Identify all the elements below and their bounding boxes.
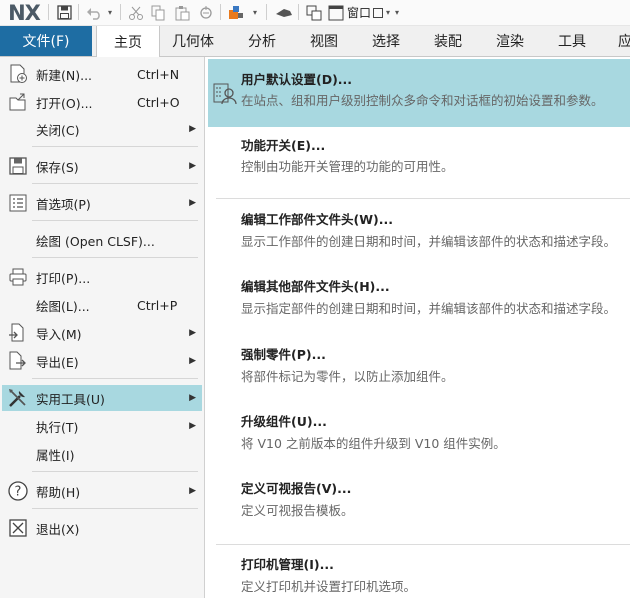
tab-select[interactable]: 选择	[372, 26, 400, 56]
menu-item-utilities[interactable]: 实用工具(U) ▶	[2, 385, 202, 411]
undo-icon[interactable]	[84, 0, 104, 25]
tab-application[interactable]: 应	[618, 26, 630, 56]
toolbar-separator	[78, 4, 79, 20]
tab-home[interactable]: 主页	[96, 26, 160, 57]
toolbar-separator	[298, 4, 299, 20]
menu-item-plot[interactable]: 绘图(L)... Ctrl+P	[2, 292, 202, 318]
import-icon	[6, 322, 30, 344]
open-icon	[6, 91, 30, 113]
tab-geometry[interactable]: 几何体	[172, 26, 214, 56]
submenu-item-user-defaults[interactable]: 用户默认设置(D)... 在站点、组和用户级别控制众多命令和对话框的初始设置和参…	[208, 59, 630, 127]
touch-mode-icon[interactable]	[274, 0, 294, 25]
command-finder-dropdown-icon[interactable]: ▾	[250, 0, 260, 25]
menu-item-export[interactable]: 导出(E) ▶	[2, 348, 202, 374]
submenu-item-upgrade-components[interactable]: 升级组件(U)... 将 V10 之前版本的组件升级到 V10 组件实例。	[208, 402, 630, 468]
toolbar-separator	[266, 4, 267, 20]
submenu-arrow-icon: ▶	[189, 421, 196, 431]
submenu-arrow-icon: ▶	[189, 198, 196, 208]
submenu-arrow-icon: ▶	[189, 486, 196, 496]
menu-item-import[interactable]: 导入(M) ▶	[2, 320, 202, 346]
tab-file[interactable]: 文件(F)	[0, 26, 92, 56]
menu-item-exit[interactable]: 退出(X)	[2, 515, 202, 541]
menu-separator	[32, 508, 198, 509]
menu-item-new[interactable]: 新建(N)... Ctrl+N	[2, 61, 202, 87]
submenu-separator	[216, 544, 630, 545]
exit-icon	[6, 517, 30, 539]
menu-item-save[interactable]: 保存(S) ▶	[2, 153, 202, 179]
tab-analysis[interactable]: 分析	[248, 26, 276, 56]
window-switch-icon[interactable]	[304, 0, 324, 25]
submenu-item-edit-other-part-header[interactable]: 编辑其他部件文件头(H)... 显示指定部件的创建日期和时间，并编辑该部件的状态…	[208, 268, 630, 334]
menu-item-close[interactable]: 关闭(C) ▶	[2, 116, 202, 142]
submenu-arrow-icon: ▶	[189, 356, 196, 366]
submenu-arrow-icon: ▶	[189, 393, 196, 403]
submenu-arrow-icon: ▶	[189, 124, 196, 134]
submenu-arrow-icon: ▶	[189, 328, 196, 338]
tab-assembly[interactable]: 装配	[434, 26, 462, 56]
save-icon[interactable]	[54, 0, 74, 25]
toolbar-separator	[48, 4, 49, 20]
repeat-command-icon[interactable]	[196, 0, 216, 25]
user-defaults-icon	[212, 81, 238, 107]
export-icon	[6, 350, 30, 372]
menu-separator	[32, 146, 198, 147]
menu-separator	[32, 220, 198, 221]
menu-separator	[32, 378, 198, 379]
copy-icon[interactable]	[148, 0, 168, 25]
new-icon	[6, 63, 30, 85]
customize-toolbar-icon[interactable]: ▾	[392, 0, 402, 25]
print-icon	[6, 266, 30, 288]
submenu-item-force-piece-part[interactable]: 强制零件(P)... 将部件标记为零件，以防止添加组件。	[208, 335, 630, 401]
preferences-icon	[6, 192, 30, 214]
submenu-item-define-visual-report[interactable]: 定义可视报告(V)... 定义可视报告模板。	[208, 469, 630, 535]
undo-dropdown-icon[interactable]: ▾	[105, 0, 115, 25]
tab-tools[interactable]: 工具	[558, 26, 586, 56]
menu-separator	[32, 257, 198, 258]
menu-item-plot-open-clsf[interactable]: 绘图 (Open CLSF)...	[2, 227, 202, 253]
cut-icon[interactable]	[126, 0, 146, 25]
menu-item-execute[interactable]: 执行(T) ▶	[2, 413, 202, 439]
menu-item-help[interactable]: ? 帮助(H) ▶	[2, 478, 202, 504]
tools-icon	[6, 387, 30, 409]
quick-access-toolbar: NX ▾ ▾ 窗口 ▾ ▾	[0, 0, 630, 26]
help-icon: ?	[6, 480, 30, 502]
save-icon	[6, 155, 30, 177]
menu-item-open[interactable]: 打开(O)... Ctrl+O	[2, 89, 202, 115]
menu-item-print[interactable]: 打印(P)...	[2, 264, 202, 290]
tab-render[interactable]: 渲染	[496, 26, 524, 56]
paste-icon[interactable]	[172, 0, 192, 25]
file-menu: 新建(N)... Ctrl+N 打开(O)... Ctrl+O 关闭(C) ▶ …	[0, 57, 205, 598]
tab-view[interactable]: 视图	[310, 26, 338, 56]
menu-separator	[32, 471, 198, 472]
submenu-separator	[216, 198, 630, 199]
menu-item-preferences[interactable]: 首选项(P) ▶	[2, 190, 202, 216]
window-menu-label[interactable]: 窗口	[346, 0, 372, 25]
toolbar-separator	[220, 4, 221, 20]
nx-logo: NX	[8, 0, 41, 25]
command-finder-icon[interactable]	[226, 0, 246, 25]
toolbar-separator	[120, 4, 121, 20]
submenu-item-printer-management[interactable]: 打印机管理(I)... 定义打印机并设置打印机选项。	[208, 546, 630, 598]
submenu-item-feature-toggles[interactable]: 功能开关(E)... 控制由功能开关管理的功能的可用性。	[208, 127, 630, 193]
menu-separator	[32, 183, 198, 184]
ribbon-tabs: 文件(F) 主页 几何体 分析 视图 选择 装配 渲染 工具 应	[0, 26, 630, 57]
submenu-arrow-icon: ▶	[189, 161, 196, 171]
window-icon[interactable]	[326, 0, 346, 25]
menu-item-properties[interactable]: 属性(I)	[2, 441, 202, 467]
svg-text:?: ?	[15, 485, 22, 500]
submenu-item-edit-work-part-header[interactable]: 编辑工作部件文件头(W)... 显示工作部件的创建日期和时间，并编辑该部件的状态…	[208, 201, 630, 267]
